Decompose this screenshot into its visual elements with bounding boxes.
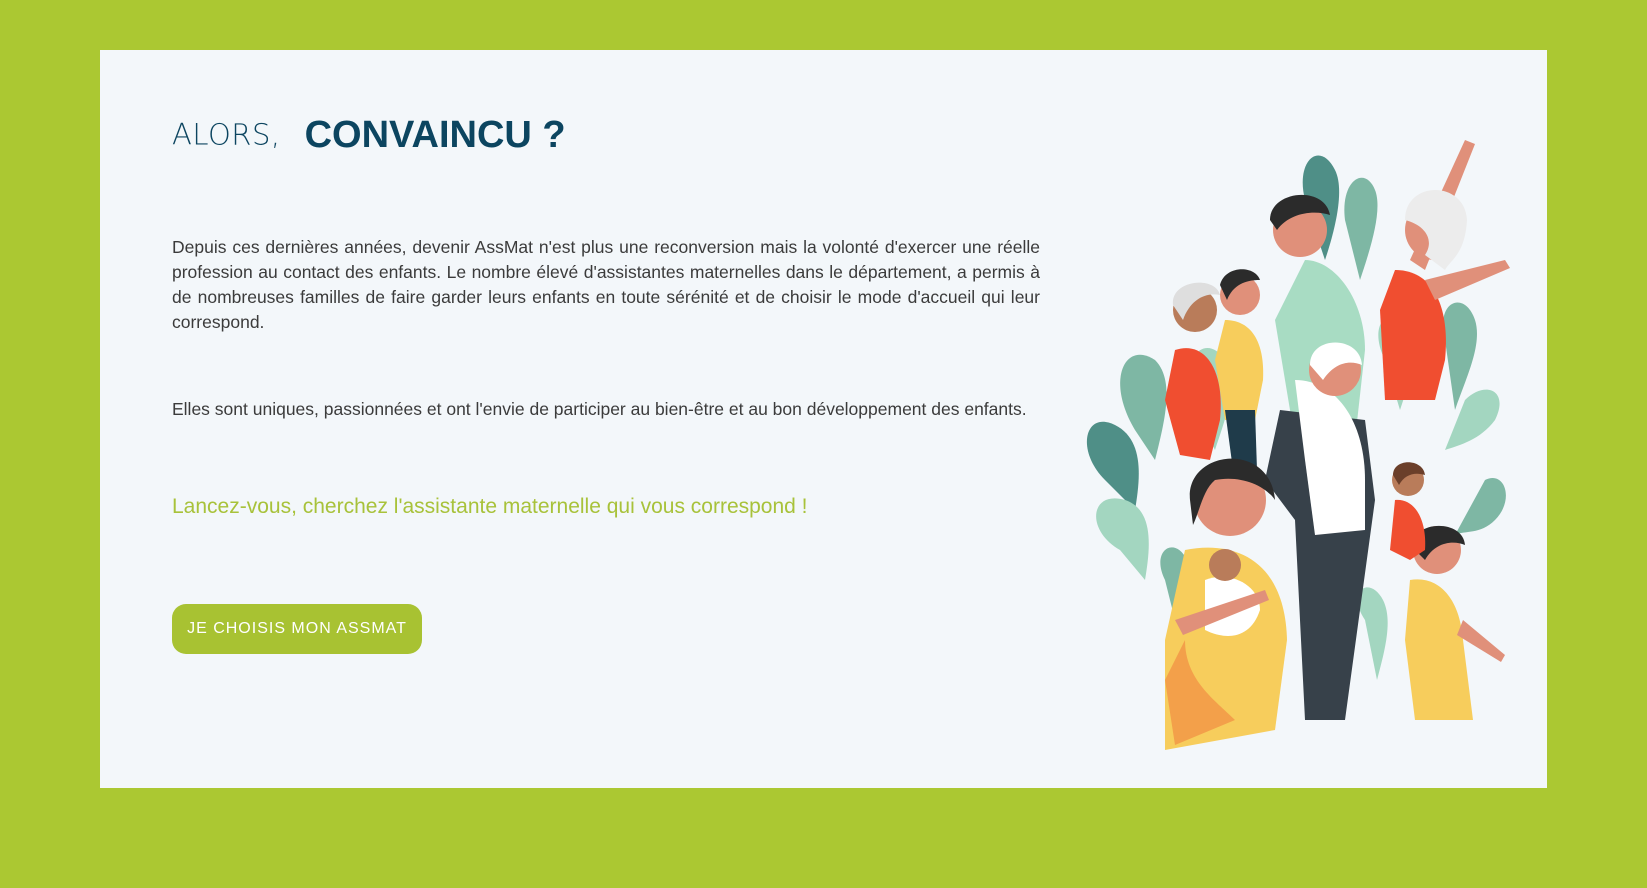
content-card: ALORS, CONVAINCU ? Depuis ces dernières a… [100, 50, 1547, 788]
girl-right-figure [1405, 525, 1505, 720]
small-child-figure [1390, 462, 1426, 560]
grandmother-figure [1165, 282, 1221, 460]
second-paragraph: Elles sont uniques, passionnées et ont l… [172, 399, 1027, 419]
title-bold: CONVAINCU ? [304, 114, 566, 156]
mother-baby-figure [1165, 458, 1287, 750]
family-group-illustration-icon [1086, 140, 1510, 750]
highlight-text: Lancez-vous, cherchez l'assistante mater… [172, 495, 808, 518]
intro-paragraph: Depuis ces dernières années, devenir Ass… [172, 237, 1040, 332]
child-yellow-figure [1215, 269, 1264, 470]
section-title: ALORS, CONVAINCU ? [172, 116, 566, 154]
title-light: ALORS, [172, 117, 281, 152]
choose-assmat-button[interactable]: JE CHOISIS MON ASSMAT [172, 604, 422, 654]
woman-red-figure [1380, 140, 1510, 400]
